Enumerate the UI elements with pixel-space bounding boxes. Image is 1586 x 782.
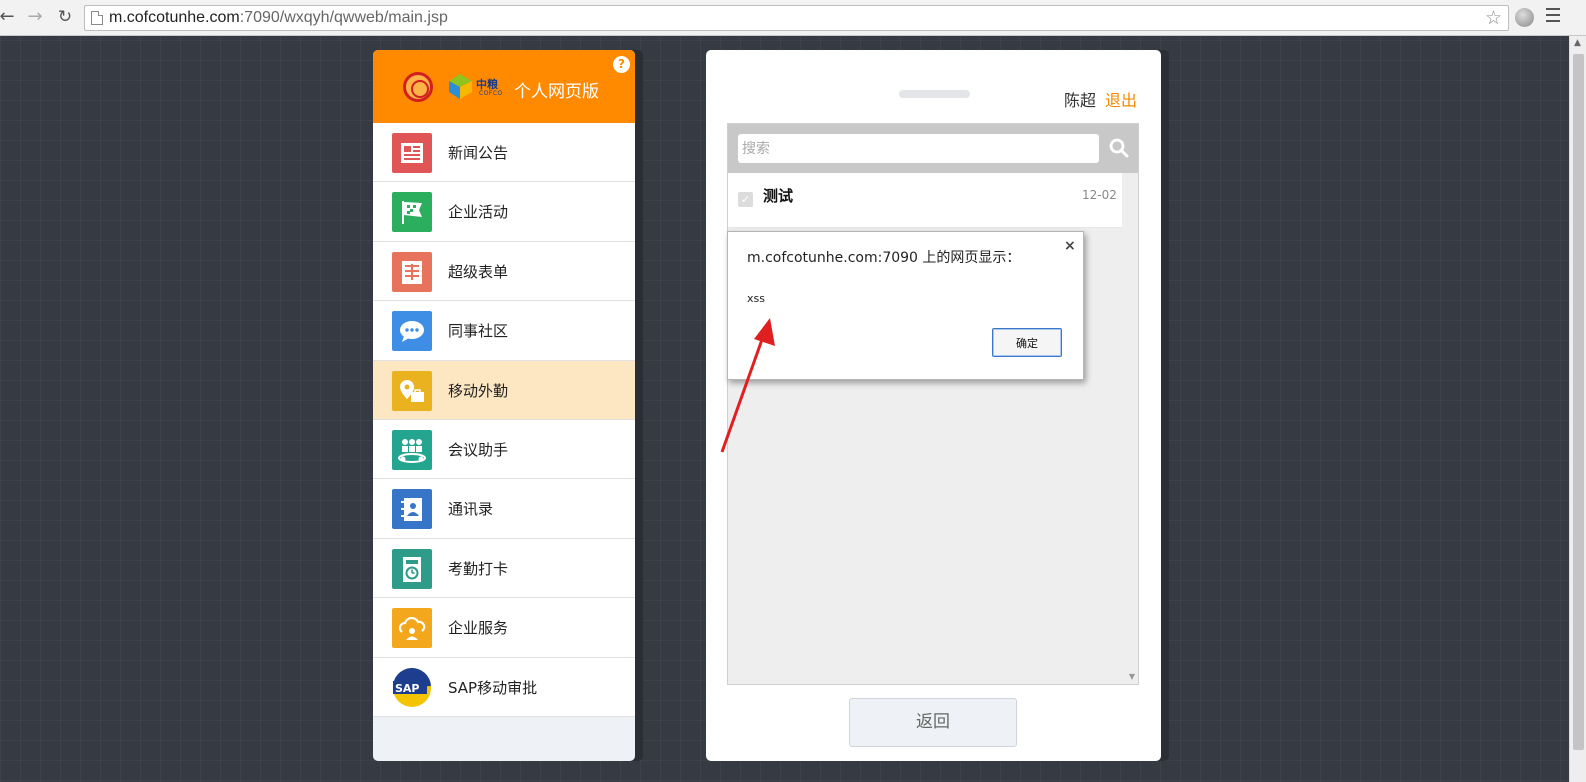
browser-toolbar: ← → ↻ m.cofcotunhe.com:7090/wxqyh/qwweb/… (0, 0, 1586, 36)
menu-item-news[interactable]: 新闻公告 (373, 123, 635, 183)
menu-item-forms[interactable]: 超级表单 (373, 241, 635, 302)
browser-menu-icon[interactable] (1546, 8, 1560, 22)
menu-item-label: 通讯录 (448, 500, 494, 519)
phone-speaker (899, 90, 970, 98)
flag-icon (392, 192, 432, 233)
menu-item-activities[interactable]: 企业活动 (373, 182, 635, 242)
url-path: :7090/wxqyh/qwweb/main.jsp (239, 9, 448, 26)
annotation-arrow-icon (720, 318, 775, 453)
url-text[interactable]: m.cofcotunhe.com:7090/wxqyh/qwweb/main.j… (109, 9, 448, 27)
chat-bubble-icon (392, 311, 432, 352)
app-header: ? 中粮 COFCO 个人网页版 (373, 50, 635, 123)
app-title: 个人网页版 (514, 82, 599, 102)
news-date: 12-02 (1082, 188, 1117, 202)
url-host: m.cofcotunhe.com (109, 9, 240, 26)
checkbox-icon[interactable]: ✓ (738, 192, 753, 207)
forward-arrow-icon[interactable]: → (24, 6, 46, 28)
menu-item-label: 同事社区 (448, 322, 509, 341)
reload-icon[interactable]: ↻ (54, 6, 76, 28)
time-clock-icon (392, 548, 432, 589)
search-icon[interactable] (1108, 137, 1130, 159)
cloud-service-icon (392, 608, 432, 649)
news-title: 测试 (763, 187, 794, 205)
seal-logo-icon (403, 72, 433, 102)
help-question-icon[interactable]: ? (613, 56, 630, 73)
meeting-people-icon (392, 429, 432, 470)
menu-item-contacts[interactable]: 通讯录 (373, 479, 635, 539)
globe-extension-icon[interactable] (1515, 8, 1534, 27)
sap-logo-icon: SAP (392, 667, 432, 708)
menu-item-field-work[interactable]: 移动外勤 (373, 360, 635, 420)
menu-item-label: 超级表单 (448, 262, 509, 281)
scrollbar-thumb[interactable] (1573, 54, 1584, 750)
ok-button[interactable]: 确定 (992, 328, 1062, 357)
menu-item-services[interactable]: 企业服务 (373, 598, 635, 658)
search-input[interactable] (738, 134, 1099, 163)
search-bar (728, 124, 1138, 173)
menu-item-label: 考勤打卡 (448, 559, 509, 578)
back-arrow-icon[interactable]: ← (0, 6, 18, 28)
cofco-logo-icon (449, 74, 472, 99)
menu-list: 新闻公告 企业活动 超级表单 同事社区 移动外勤 会议助手 通讯录 考勤打卡 企… (373, 123, 635, 717)
alert-title: m.cofcotunhe.com:7090 上的网页显示： (747, 250, 1021, 266)
menu-item-community[interactable]: 同事社区 (373, 301, 635, 361)
page-scrollbar[interactable]: ▲ (1569, 36, 1586, 782)
form-icon (392, 251, 432, 292)
user-name: 陈超 (1064, 91, 1097, 110)
page-icon (91, 11, 103, 25)
scroll-down-icon[interactable]: ▼ (1129, 672, 1135, 681)
bookmark-star-icon[interactable]: ☆ (1485, 7, 1502, 29)
menu-item-label: 企业服务 (448, 619, 509, 638)
menu-item-attendance[interactable]: 考勤打卡 (373, 538, 635, 599)
menu-item-label: SAP移动审批 (448, 678, 538, 697)
menu-item-meeting[interactable]: 会议助手 (373, 419, 635, 480)
list-item[interactable]: ✓ 测试 12-02 (728, 173, 1122, 228)
logout-link[interactable]: 退出 (1105, 87, 1137, 111)
close-icon[interactable]: × (1064, 238, 1076, 254)
address-bar[interactable]: m.cofcotunhe.com:7090/wxqyh/qwweb/main.j… (84, 5, 1509, 31)
back-button[interactable]: 返回 (849, 698, 1017, 747)
cofco-logo-en: COFCO (479, 90, 503, 97)
menu-item-label: 新闻公告 (448, 144, 509, 162)
menu-item-label: 会议助手 (448, 440, 509, 459)
svg-text:SAP: SAP (395, 682, 420, 695)
menu-item-label: 移动外勤 (448, 381, 509, 400)
menu-item-label: 企业活动 (448, 203, 509, 222)
app-menu-panel: ? 中粮 COFCO 个人网页版 新闻公告 企业活动 超级表单 同事社区 移动外… (373, 50, 635, 761)
location-briefcase-icon (392, 370, 432, 411)
menu-item-sap-approval[interactable]: SAP SAP移动审批 (373, 657, 635, 717)
alert-message: xss (747, 292, 765, 305)
contacts-book-icon (392, 489, 432, 530)
scroll-up-icon[interactable]: ▲ (1574, 38, 1581, 48)
newspaper-icon (392, 133, 432, 173)
